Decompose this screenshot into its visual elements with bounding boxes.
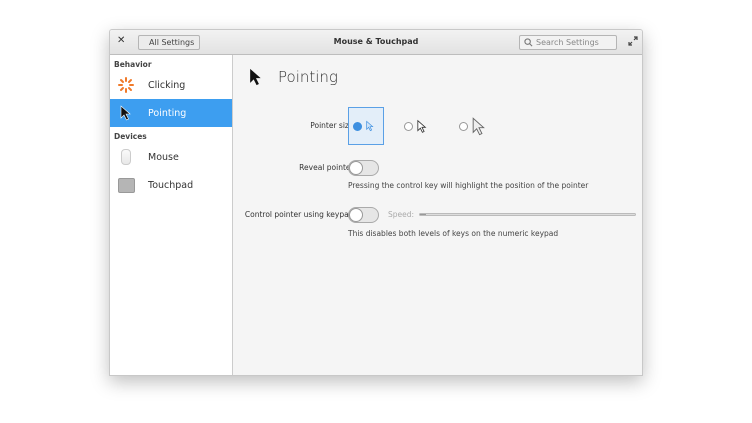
sidebar: Behavior Clicking Pointing Devices Mouse… xyxy=(110,55,233,375)
keypad-label: Control pointer using keypad: xyxy=(244,210,356,219)
settings-window: ✕ All Settings Mouse & Touchpad Search S… xyxy=(109,29,643,376)
speed-slider[interactable] xyxy=(419,213,636,216)
speed-label: Speed: xyxy=(388,210,415,219)
maximize-icon[interactable] xyxy=(628,36,638,46)
pointer-icon xyxy=(250,68,261,86)
search-placeholder: Search Settings xyxy=(536,38,599,47)
reveal-pointer-switch[interactable] xyxy=(348,160,379,176)
check-icon xyxy=(353,121,362,131)
pointer-size-large[interactable] xyxy=(455,107,491,145)
sidebar-item-label: Clicking xyxy=(148,79,186,91)
large-pointer-icon xyxy=(472,116,485,135)
sidebar-item-label: Mouse xyxy=(148,151,179,163)
medium-pointer-icon xyxy=(417,119,427,133)
section-behavior: Behavior xyxy=(114,60,152,69)
speed-slider-fill xyxy=(420,214,427,215)
reveal-pointer-hint: Pressing the control key will highlight … xyxy=(348,181,589,190)
clicking-icon xyxy=(117,76,135,94)
sidebar-item-label: Pointing xyxy=(148,107,187,119)
sidebar-item-pointing[interactable]: Pointing xyxy=(110,99,232,127)
sidebar-item-touchpad[interactable]: Touchpad xyxy=(110,171,232,199)
search-icon xyxy=(524,38,533,47)
search-input[interactable]: Search Settings xyxy=(519,35,617,50)
radio-icon xyxy=(404,121,413,131)
keypad-hint: This disables both levels of keys on the… xyxy=(348,229,559,238)
keypad-switch[interactable] xyxy=(348,207,379,223)
sidebar-item-clicking[interactable]: Clicking xyxy=(110,71,232,99)
radio-icon xyxy=(459,121,468,131)
section-devices: Devices xyxy=(114,132,147,141)
mouse-icon xyxy=(117,148,135,166)
pointer-icon xyxy=(117,104,135,122)
pointer-size-medium[interactable] xyxy=(400,107,436,145)
touchpad-icon xyxy=(117,176,135,194)
sidebar-item-label: Touchpad xyxy=(148,179,194,191)
small-pointer-icon xyxy=(366,120,374,132)
sidebar-item-mouse[interactable]: Mouse xyxy=(110,143,232,171)
page-title: Pointing xyxy=(278,68,338,86)
main-panel: Pointing Pointer size: Reveal pointer: P… xyxy=(234,55,642,375)
header-bar: ✕ All Settings Mouse & Touchpad Search S… xyxy=(110,30,642,55)
pointer-size-small[interactable] xyxy=(348,107,384,145)
